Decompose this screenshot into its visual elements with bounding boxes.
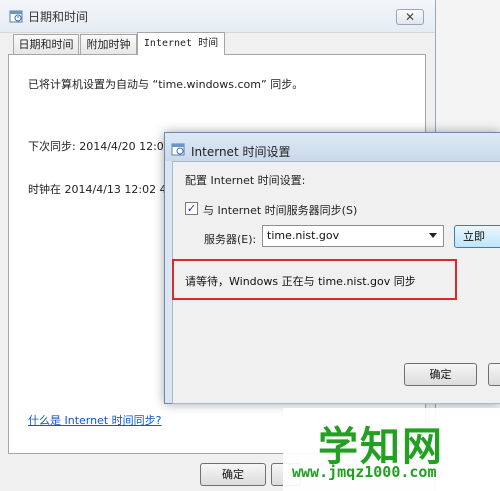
config-label: 配置 Internet 时间设置:: [185, 174, 306, 187]
watermark-url: www.jmqz1000.com: [292, 463, 437, 481]
dialog-cancel-button[interactable]: [488, 363, 500, 386]
server-select[interactable]: time.nist.gov: [262, 225, 444, 247]
next-sync-text: 下次同步: 2014/4/20 12:0: [28, 140, 164, 153]
update-now-button[interactable]: 立即: [454, 225, 500, 248]
close-button[interactable]: ✕: [396, 9, 424, 25]
help-link[interactable]: 什么是 Internet 时间同步?: [28, 412, 162, 428]
tab-internet-time[interactable]: Internet 时间: [137, 32, 225, 55]
date-time-icon: [171, 143, 185, 156]
window-title: 日期和时间: [28, 10, 89, 24]
sync-checkbox[interactable]: ✓: [185, 202, 198, 215]
dialog-title: Internet 时间设置: [191, 145, 291, 159]
tab-date-time[interactable]: 日期和时间: [13, 34, 79, 54]
sync-checkbox-label[interactable]: 与 Internet 时间服务器同步(S): [203, 202, 357, 218]
dropdown-arrow-icon[interactable]: [429, 233, 437, 238]
tab-additional-clocks[interactable]: 附加时钟: [80, 34, 137, 54]
sync-progress-text: 请等待，Windows 正在与 time.nist.gov 同步: [185, 275, 416, 288]
server-value: time.nist.gov: [267, 229, 340, 242]
date-time-icon: [9, 10, 23, 23]
sync-status-text: 已将计算机设置为自动与 “time.windows.com” 同步。: [28, 78, 304, 91]
close-icon[interactable]: ✕: [405, 10, 415, 24]
checkmark-icon: ✓: [186, 202, 197, 215]
dialog-ok-button[interactable]: 确定: [404, 363, 477, 386]
ok-button[interactable]: 确定: [200, 463, 266, 486]
clock-sync-text: 时钟在 2014/4/13 12:02 4: [28, 183, 167, 196]
server-label: 服务器(E):: [204, 233, 257, 246]
